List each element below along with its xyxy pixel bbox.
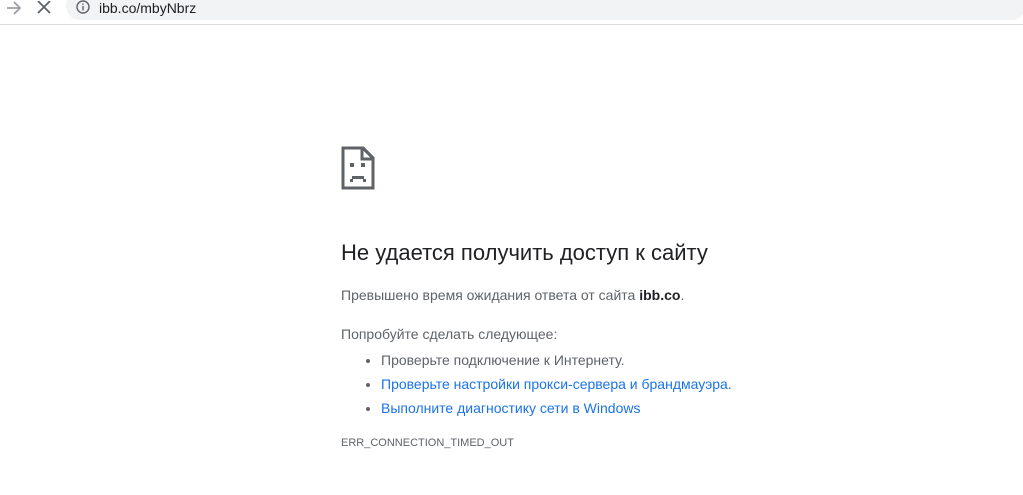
suggestions-title: Попробуйте сделать следующее: xyxy=(341,326,558,342)
url-text[interactable]: ibb.co/mbyNbrz xyxy=(99,0,196,16)
error-code: ERR_CONNECTION_TIMED_OUT xyxy=(341,437,514,449)
suggestion-check-connection: Проверьте подключение к Интернету. xyxy=(381,352,625,368)
suggestion-network-diagnostics-link[interactable]: Выполните диагностику сети в Windows xyxy=(381,400,640,416)
list-item: Проверьте настройки прокси-сервера и бра… xyxy=(381,372,732,396)
address-bar[interactable]: ibb.co/mbyNbrz xyxy=(66,0,1023,20)
browser-toolbar: ibb.co/mbyNbrz xyxy=(0,0,1023,25)
error-site-name: ibb.co xyxy=(639,287,681,303)
error-description-prefix: Превышено время ожидания ответа от сайта xyxy=(341,287,640,303)
list-item: Проверьте подключение к Интернету. xyxy=(381,348,732,372)
list-item: Выполните диагностику сети в Windows xyxy=(381,396,732,420)
error-heading: Не удается получить доступ к сайту xyxy=(341,240,708,265)
close-icon[interactable] xyxy=(34,0,54,16)
arrow-right-icon[interactable] xyxy=(4,0,24,16)
error-description-suffix: . xyxy=(680,287,685,303)
info-icon[interactable] xyxy=(76,0,90,14)
error-description: Превышено время ожидания ответа от сайта… xyxy=(341,286,684,304)
sad-page-icon xyxy=(341,146,375,190)
suggestions-list: Проверьте подключение к Интернету. Прове… xyxy=(341,348,732,420)
suggestion-proxy-firewall-link[interactable]: Проверьте настройки прокси-сервера и бра… xyxy=(381,376,732,392)
